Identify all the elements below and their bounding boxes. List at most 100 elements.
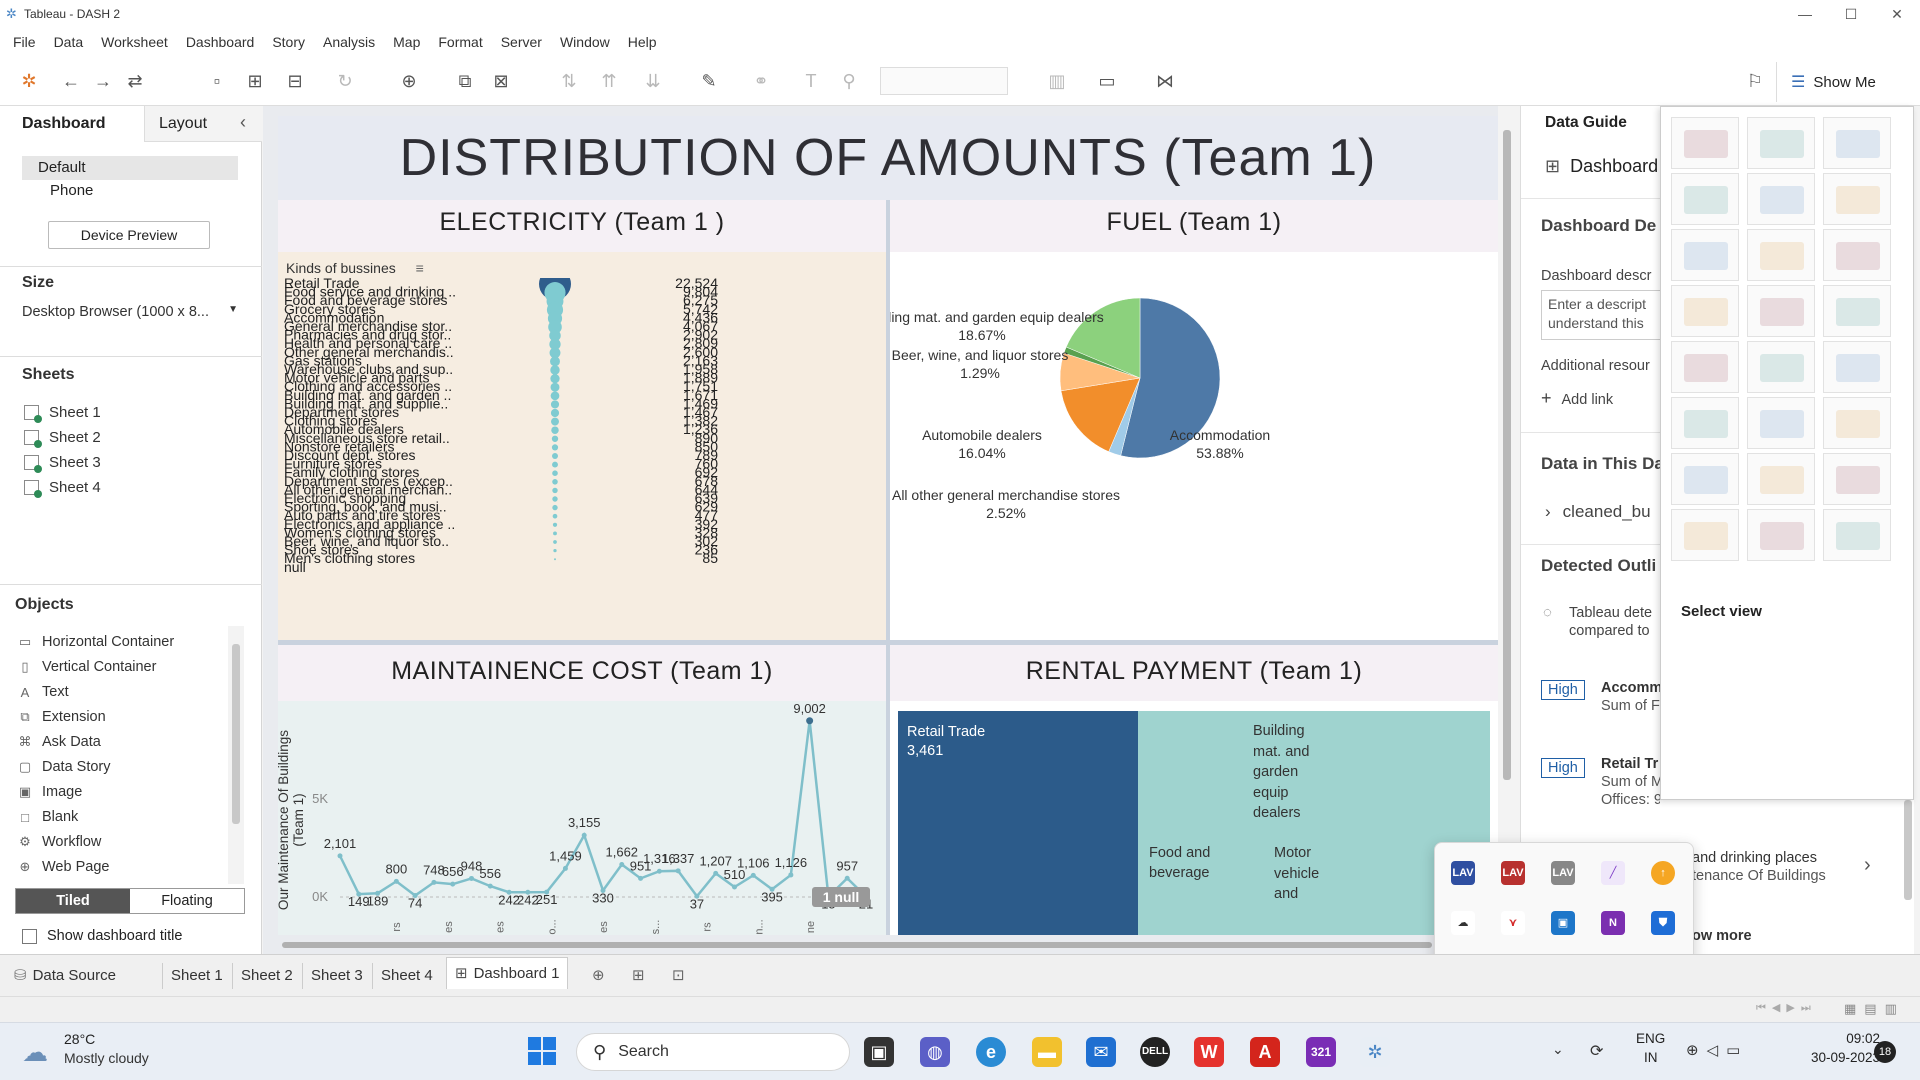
see-more-link[interactable]: ow more (1692, 928, 1752, 944)
sheet-item-3[interactable]: Sheet 3 (24, 454, 101, 473)
show-title-checkbox[interactable]: Show dashboard title (22, 928, 182, 944)
data-guide-dashboard[interactable]: ⊞ Dashboard (1545, 156, 1658, 177)
tableau-home-icon[interactable]: ✲ (18, 70, 40, 92)
save-icon[interactable]: ▫ (206, 70, 228, 92)
description-input[interactable]: Enter a descript understand this (1541, 290, 1660, 340)
fuel-panel[interactable]: FUEL (Team 1) Accommodation 53.88% All oth… (890, 200, 1498, 640)
duplicate-icon[interactable]: ⧉ (454, 70, 476, 92)
language-indicator[interactable]: ENG (1636, 1031, 1665, 1046)
chart-type-thumbnail[interactable] (1671, 229, 1739, 281)
chart-type-thumbnail[interactable] (1823, 453, 1891, 505)
object-text[interactable]: A Text (18, 684, 69, 700)
redo-icon[interactable]: → (92, 70, 114, 92)
chart-type-thumbnail[interactable] (1747, 117, 1815, 169)
chart-type-thumbnail[interactable] (1823, 397, 1891, 449)
tab-sheet-4[interactable]: Sheet 4 (372, 963, 441, 989)
chart-type-thumbnail[interactable] (1747, 397, 1815, 449)
chart-type-thumbnail[interactable] (1823, 173, 1891, 225)
sheet-item-4[interactable]: Sheet 4 (24, 479, 101, 498)
tiled-button[interactable]: Tiled (16, 889, 130, 913)
chart-type-thumbnail[interactable] (1747, 173, 1815, 225)
view-toggle-icon[interactable]: ▦▤▥ (1844, 1001, 1905, 1017)
wps-icon[interactable]: W (1194, 1037, 1224, 1067)
share-icon[interactable]: ⋈ (1154, 70, 1176, 92)
canvas-horizontal-scrollbar[interactable] (282, 942, 1432, 948)
treemap-cell-building-mat[interactable]: Building mat. and garden equip dealers (1246, 711, 1332, 833)
sync-icon[interactable]: ⟳ (1590, 1041, 1603, 1061)
sheet-item-2[interactable]: Sheet 2 (24, 429, 101, 448)
chart-type-thumbnail[interactable] (1671, 117, 1739, 169)
object-workflow[interactable]: ⚙ Workflow (18, 834, 101, 850)
taskbar-search[interactable]: ⚲ Search (576, 1033, 850, 1071)
datasource-item[interactable]: › cleaned_bu (1545, 502, 1651, 522)
presentation-mode-icon[interactable]: ▭ (1096, 70, 1118, 92)
menu-window[interactable]: Window (551, 34, 619, 50)
menu-story[interactable]: Story (263, 34, 314, 50)
rental-panel[interactable]: RENTAL PAYMENT (Team 1) Retail Trade 3,4… (890, 645, 1498, 935)
chart-type-thumbnail[interactable] (1671, 173, 1739, 225)
close-button[interactable]: ✕ (1874, 0, 1920, 28)
tableau-taskbar-icon[interactable]: ✲ (1360, 1037, 1390, 1067)
sort-ascending-icon[interactable]: ⇈ (598, 70, 620, 92)
chevron-up-icon[interactable]: ⌄ (1552, 1041, 1564, 1058)
tab-nav-icon[interactable]: ⏮◀▶⏭ (1756, 1001, 1817, 1015)
device-default[interactable]: Default (22, 156, 238, 180)
canvas-vertical-scrollbar[interactable] (1503, 130, 1511, 780)
lav-icon[interactable]: LAV (1451, 861, 1475, 885)
new-worksheet-icon[interactable]: ⊕ (584, 963, 613, 989)
new-story-icon[interactable]: ⊡ (664, 963, 693, 989)
highlight-icon[interactable]: ✎ (698, 70, 720, 92)
objects-scrollbar[interactable] (228, 626, 244, 884)
teams-chat-icon[interactable]: ◍ (920, 1037, 950, 1067)
tab-dashboard-1[interactable]: ⊞ Dashboard 1 (446, 957, 569, 989)
chart-type-thumbnail[interactable] (1671, 397, 1739, 449)
chart-type-thumbnail[interactable] (1823, 341, 1891, 393)
menu-data[interactable]: Data (45, 34, 93, 50)
maximize-button[interactable]: ☐ (1828, 0, 1874, 28)
data-guide-scrollbar[interactable] (1904, 800, 1912, 900)
outlier-item-title[interactable]: Accomm (1601, 680, 1660, 696)
replay-icon[interactable]: ⇄ (124, 70, 146, 92)
update-icon[interactable]: ↑ (1651, 861, 1675, 885)
size-dropdown[interactable]: Desktop Browser (1000 x 8... ▼ (22, 304, 240, 320)
treemap-cell[interactable] (1334, 835, 1398, 935)
chart-type-thumbnail[interactable] (1747, 453, 1815, 505)
outlier-item-title[interactable]: Retail Tr (1601, 756, 1658, 772)
null-indicator-badge[interactable]: 1 null (812, 887, 870, 907)
menu-dashboard[interactable]: Dashboard (177, 34, 264, 50)
show-cards-icon[interactable]: ▥ (1046, 70, 1068, 92)
weather-desc[interactable]: Mostly cloudy (64, 1050, 149, 1066)
new-datasource-icon[interactable]: ⊞ (244, 70, 266, 92)
security-warning-icon[interactable]: ⛊ (1651, 911, 1675, 935)
new-dashboard-icon[interactable]: ⊞ (624, 963, 653, 989)
chart-type-thumbnail[interactable] (1747, 285, 1815, 337)
outlier-item-title[interactable]: and drinking places (1692, 850, 1817, 866)
object-image[interactable]: ▣ Image (18, 784, 82, 800)
onedrive-offline-icon[interactable]: ☁ (1451, 911, 1475, 935)
refresh-icon[interactable]: ↻ (334, 70, 356, 92)
collapse-pane-icon[interactable]: ‹ (240, 112, 246, 133)
sheet-item-1[interactable]: Sheet 1 (24, 404, 101, 423)
format-painter-icon[interactable]: ⚐ (1744, 70, 1766, 92)
object-web-page[interactable]: ⊕ Web Page (18, 859, 110, 875)
calendar-app-icon[interactable]: 321 (1306, 1037, 1336, 1067)
chart-type-thumbnail[interactable] (1671, 341, 1739, 393)
labels-icon[interactable]: T (800, 70, 822, 92)
menu-format[interactable]: Format (429, 34, 491, 50)
minimize-button[interactable]: — (1782, 0, 1828, 28)
chart-type-thumbnail[interactable] (1747, 341, 1815, 393)
maintenance-panel[interactable]: MAINTAINENCE COST (Team 1) Our Maintenan… (276, 645, 886, 935)
show-me-button[interactable]: ☰ Show Me (1776, 62, 1920, 102)
object-horizontal-container[interactable]: ▭ Horizontal Container (18, 634, 174, 650)
treemap-cell[interactable] (1140, 903, 1262, 935)
floating-button[interactable]: Floating (130, 889, 244, 913)
sort-descending-icon[interactable]: ⇊ (642, 70, 664, 92)
undo-icon[interactable]: ← (60, 70, 82, 92)
treemap-cell[interactable] (1140, 711, 1244, 833)
menu-file[interactable]: File (4, 34, 45, 50)
tab-sheet-3[interactable]: Sheet 3 (302, 963, 371, 989)
chart-type-thumbnail[interactable] (1747, 229, 1815, 281)
lav-icon[interactable]: LAV (1551, 861, 1575, 885)
chevron-right-icon[interactable]: › (1864, 854, 1871, 877)
tab-data-source[interactable]: ⛁ Data Source (6, 963, 124, 989)
